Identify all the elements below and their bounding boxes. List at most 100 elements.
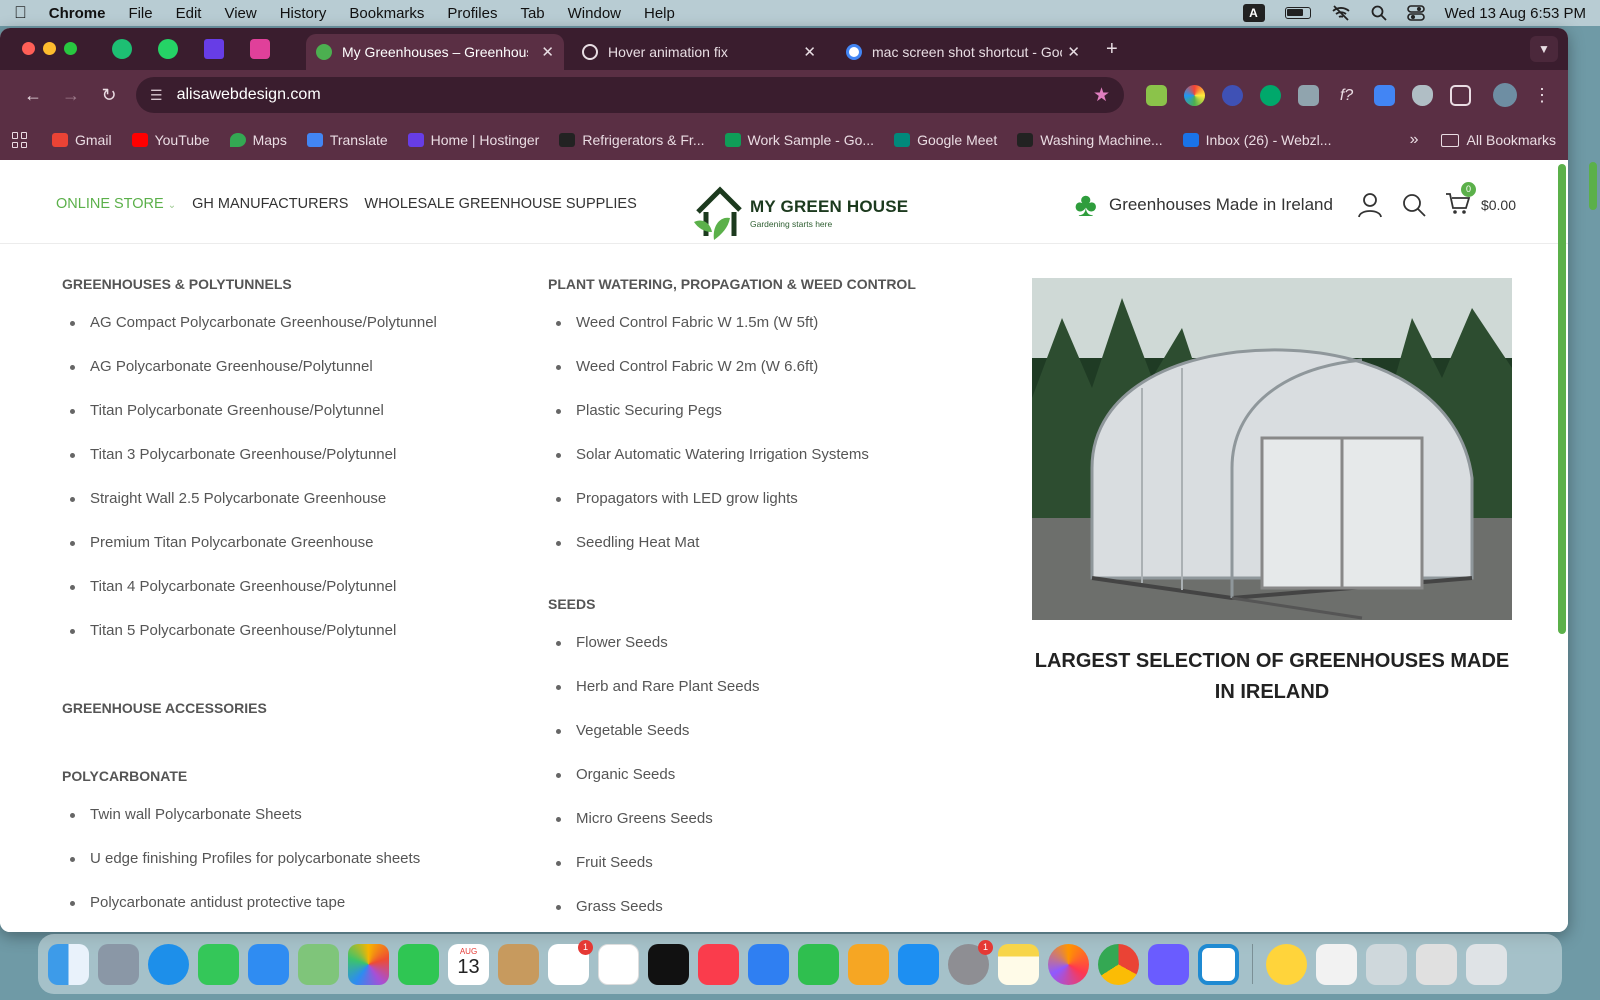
back-arrow-icon[interactable]: ← bbox=[14, 85, 52, 106]
apps-grid-icon[interactable] bbox=[12, 132, 28, 148]
snowflake-extension-icon[interactable] bbox=[1222, 84, 1243, 106]
menu-file[interactable]: File bbox=[128, 5, 152, 22]
menu-help[interactable]: Help bbox=[644, 5, 675, 22]
refresh-extension-icon[interactable] bbox=[1260, 84, 1281, 106]
menu-bookmarks[interactable]: Bookmarks bbox=[349, 5, 424, 22]
menu-profiles[interactable]: Profiles bbox=[447, 5, 497, 22]
new-tab-button[interactable]: + bbox=[1106, 38, 1118, 61]
pinned-tab-hostinger-icon[interactable] bbox=[204, 39, 224, 59]
search-icon[interactable] bbox=[1401, 192, 1427, 218]
greenhouse-photo[interactable] bbox=[1032, 278, 1512, 620]
heading-greenhouses-polytunnels[interactable]: GREENHOUSES & POLYTUNNELS bbox=[62, 276, 532, 292]
zoom-window-button[interactable] bbox=[64, 42, 77, 55]
bookmark-inbox[interactable]: Inbox (26) - Webzl... bbox=[1182, 132, 1331, 148]
list-item[interactable]: Plastic Securing Pegs bbox=[548, 402, 1008, 446]
address-bar[interactable]: ☰ alisawebdesign.com ★ bbox=[136, 77, 1124, 113]
account-user-icon[interactable] bbox=[1357, 192, 1383, 218]
site-logo[interactable]: MY GREEN HOUSE Gardening starts here bbox=[690, 182, 908, 244]
heading-plant-watering[interactable]: PLANT WATERING, PROPAGATION & WEED CONTR… bbox=[548, 276, 1008, 292]
tab-search-chevron-icon[interactable]: ▼ bbox=[1530, 36, 1558, 62]
list-item[interactable]: U edge finishing Profiles for polycarbon… bbox=[62, 850, 532, 894]
heading-polycarbonate[interactable]: POLYCARBONATE bbox=[62, 768, 532, 784]
list-item[interactable]: Propagators with LED grow lights bbox=[548, 490, 1008, 534]
numbers-icon[interactable] bbox=[798, 943, 839, 985]
downloads-stack-icon[interactable] bbox=[1416, 943, 1457, 985]
bookmark-translate[interactable]: Translate bbox=[306, 132, 388, 148]
bookmark-refrigerators[interactable]: Refrigerators & Fr... bbox=[559, 132, 705, 148]
list-item[interactable]: Titan 5 Polycarbonate Greenhouse/Polytun… bbox=[62, 622, 532, 666]
puzzle-extensions-icon[interactable] bbox=[1450, 84, 1471, 106]
heading-seeds[interactable]: SEEDS bbox=[548, 596, 1008, 612]
profile-avatar[interactable] bbox=[1493, 83, 1517, 107]
forward-arrow-icon[interactable]: → bbox=[52, 85, 90, 106]
list-item[interactable]: Fruit Seeds bbox=[548, 854, 1008, 898]
contacts-icon[interactable] bbox=[498, 943, 539, 985]
apple-tv-icon[interactable] bbox=[648, 943, 689, 985]
mail-icon[interactable] bbox=[248, 943, 289, 985]
site-settings-icon[interactable]: ☰ bbox=[150, 87, 163, 104]
all-bookmarks-folder[interactable]: All Bookmarks bbox=[1440, 132, 1556, 148]
list-item[interactable]: Organic Seeds bbox=[548, 766, 1008, 810]
page-scrollbar[interactable] bbox=[1558, 164, 1566, 634]
bookmark-google-meet[interactable]: Google Meet bbox=[894, 132, 997, 148]
list-item[interactable]: AG Compact Polycarbonate Greenhouse/Poly… bbox=[62, 314, 532, 358]
close-tab-icon[interactable]: ✕ bbox=[803, 43, 816, 61]
list-item[interactable]: Titan Polycarbonate Greenhouse/Polytunne… bbox=[62, 402, 532, 446]
list-item[interactable]: AG Polycarbonate Greenhouse/Polytunnel bbox=[62, 358, 532, 402]
pinned-tab-whatsapp-icon[interactable] bbox=[158, 39, 178, 59]
facetime-icon[interactable] bbox=[398, 943, 439, 985]
list-item[interactable]: Titan 4 Polycarbonate Greenhouse/Polytun… bbox=[62, 578, 532, 622]
bookmark-youtube[interactable]: YouTube bbox=[131, 132, 210, 148]
keynote-icon[interactable] bbox=[748, 943, 789, 985]
tab-my-greenhouses[interactable]: My Greenhouses – Greenhouses ✕ bbox=[306, 34, 564, 70]
maps-icon[interactable] bbox=[298, 943, 339, 985]
nav-gh-manufacturers[interactable]: GH MANUFACTURERS bbox=[192, 196, 348, 212]
menu-edit[interactable]: Edit bbox=[176, 5, 202, 22]
fonts-extension-icon[interactable]: f? bbox=[1336, 85, 1357, 106]
menu-history[interactable]: History bbox=[280, 5, 327, 22]
control-center-icon[interactable] bbox=[1406, 5, 1425, 21]
list-item[interactable]: Micro Greens Seeds bbox=[548, 810, 1008, 854]
eyedropper-extension-icon[interactable] bbox=[1146, 84, 1167, 106]
close-window-button[interactable] bbox=[22, 42, 35, 55]
vscode-icon[interactable] bbox=[1198, 943, 1239, 985]
menu-app-name[interactable]: Chrome bbox=[49, 5, 106, 22]
list-item[interactable]: Polycarbonate antidust protective tape bbox=[62, 894, 532, 932]
bookmark-hostinger[interactable]: Home | Hostinger bbox=[407, 132, 539, 148]
colorzilla-extension-icon[interactable] bbox=[1184, 84, 1205, 106]
textedit-icon[interactable] bbox=[1316, 943, 1357, 985]
wifi-off-icon[interactable] bbox=[1331, 5, 1351, 21]
spotlight-search-icon[interactable] bbox=[1371, 5, 1387, 21]
menu-window[interactable]: Window bbox=[568, 5, 621, 22]
chrome-icon[interactable] bbox=[1098, 943, 1139, 985]
apple-menu-icon[interactable]:  bbox=[14, 3, 27, 23]
list-item[interactable]: Herb and Rare Plant Seeds bbox=[548, 678, 1008, 722]
trash-icon[interactable] bbox=[1466, 943, 1507, 985]
safari-icon[interactable] bbox=[148, 943, 189, 985]
calendar-icon[interactable]: AUG 13 bbox=[448, 943, 489, 985]
list-item[interactable]: Twin wall Polycarbonate Sheets bbox=[62, 806, 532, 850]
menubar-clock[interactable]: Wed 13 Aug 6:53 PM bbox=[1445, 5, 1586, 22]
preview-icon[interactable] bbox=[1366, 943, 1407, 985]
window-scrollbar[interactable] bbox=[1589, 162, 1597, 210]
notes-icon[interactable] bbox=[998, 943, 1039, 985]
cart-total[interactable]: $0.00 bbox=[1481, 197, 1516, 213]
tips-icon[interactable] bbox=[1266, 943, 1307, 985]
pinned-tab-briefcase-icon[interactable] bbox=[250, 39, 270, 59]
heading-greenhouse-accessories[interactable]: GREENHOUSE ACCESSORIES bbox=[62, 700, 532, 716]
shortcuts-icon[interactable] bbox=[1148, 943, 1189, 985]
input-source-icon[interactable]: A bbox=[1242, 4, 1265, 22]
photos-icon[interactable] bbox=[348, 943, 389, 985]
messages-icon[interactable] bbox=[198, 943, 239, 985]
close-tab-icon[interactable]: ✕ bbox=[541, 43, 554, 61]
close-tab-icon[interactable]: ✕ bbox=[1067, 43, 1080, 61]
bookmark-work-sample[interactable]: Work Sample - Go... bbox=[724, 132, 874, 148]
url-text[interactable]: alisawebdesign.com bbox=[177, 86, 321, 104]
nav-wholesale-supplies[interactable]: WHOLESALE GREENHOUSE SUPPLIES bbox=[364, 196, 636, 212]
list-item[interactable]: Weed Control Fabric W 1.5m (W 5ft) bbox=[548, 314, 1008, 358]
bookmark-washing-machine[interactable]: Washing Machine... bbox=[1017, 132, 1163, 148]
list-item[interactable]: Seedling Heat Mat bbox=[548, 534, 1008, 578]
tab-hover-animation-fix[interactable]: Hover animation fix ✕ bbox=[572, 34, 826, 70]
list-item[interactable]: Vegetable Seeds bbox=[548, 722, 1008, 766]
music-icon[interactable] bbox=[698, 943, 739, 985]
